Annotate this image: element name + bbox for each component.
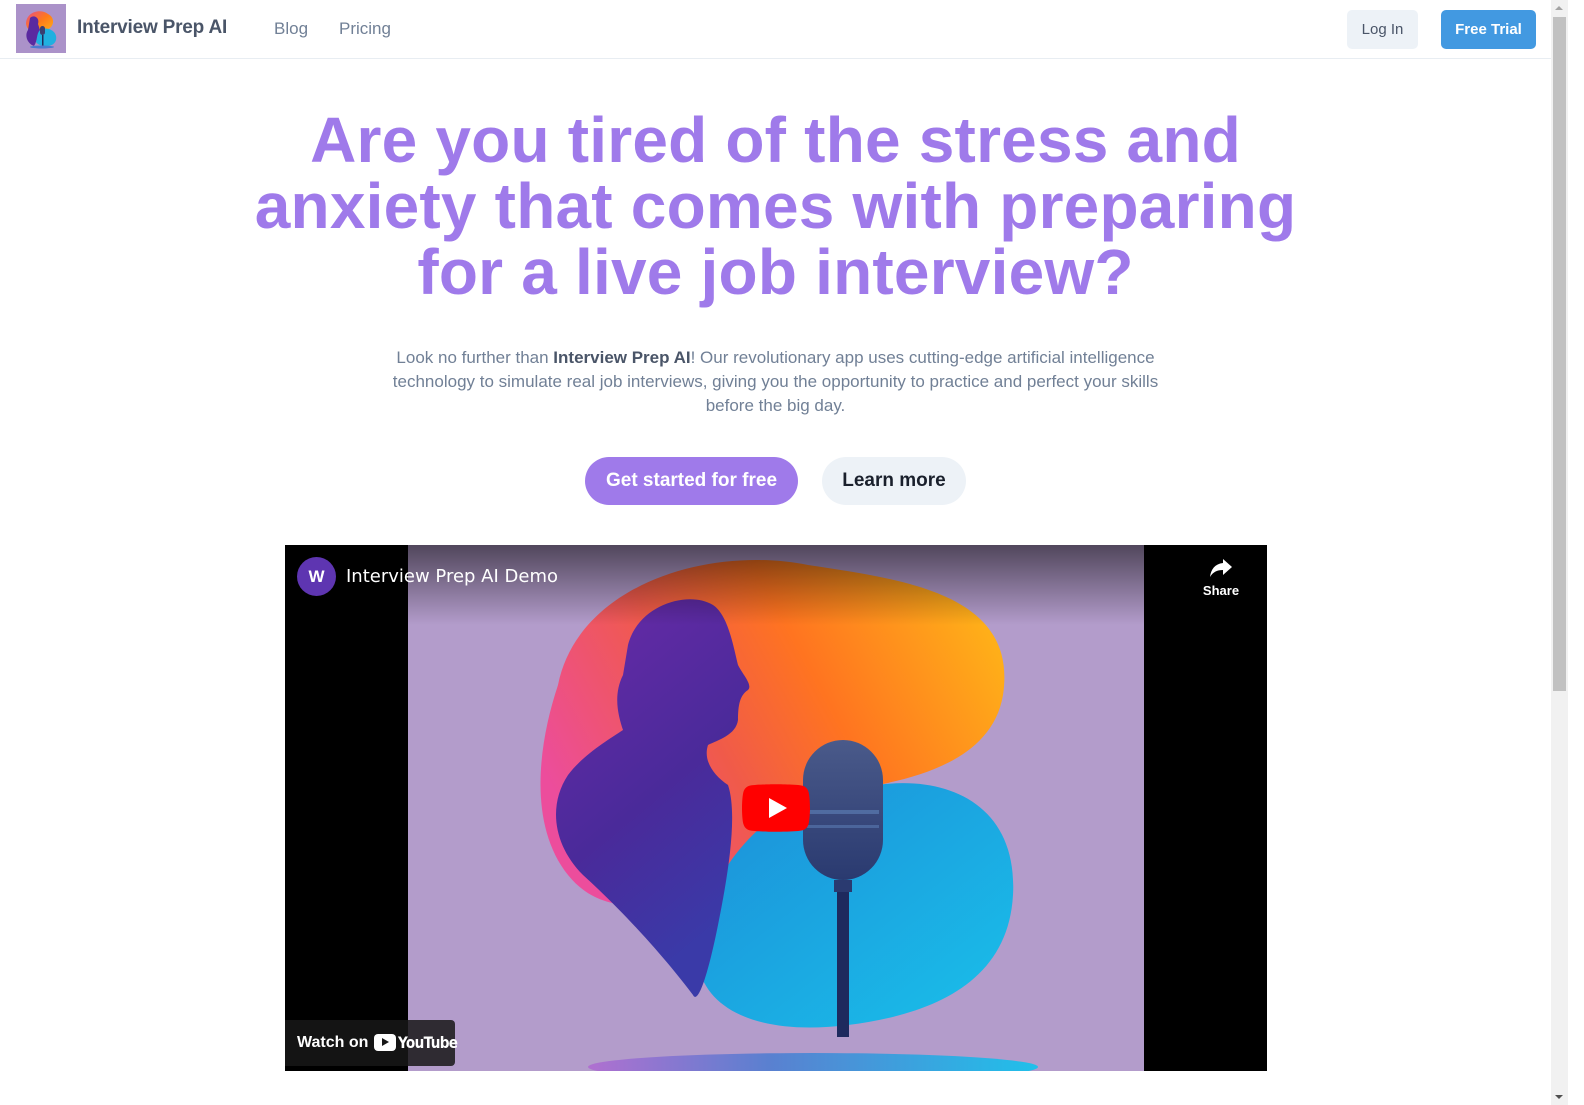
get-started-button[interactable]: Get started for free xyxy=(585,457,798,505)
brand-logo[interactable] xyxy=(16,4,66,53)
watch-on-youtube-button[interactable]: Watch on YouTube xyxy=(285,1020,458,1066)
hero-description-brand: Interview Prep AI xyxy=(553,348,691,367)
nav-link-blog[interactable]: Blog xyxy=(274,19,308,39)
youtube-wordmark: YouTube xyxy=(398,1033,458,1052)
youtube-play-icon xyxy=(742,784,810,832)
watch-on-label: Watch on xyxy=(297,1034,369,1051)
share-button[interactable]: Share xyxy=(1188,557,1254,607)
share-arrow-icon xyxy=(1210,559,1232,577)
youtube-video-embed[interactable]: W Interview Prep AI Demo Share Watch on … xyxy=(285,545,1267,1071)
learn-more-button[interactable]: Learn more xyxy=(822,457,966,505)
video-title[interactable]: Interview Prep AI Demo xyxy=(346,566,558,587)
logo-illustration-icon xyxy=(16,4,66,53)
top-navbar: Interview Prep AI Blog Pricing Log In Fr… xyxy=(0,0,1551,59)
hero-headline-line: for a live job interview? xyxy=(417,236,1134,308)
scrollbar-thumb[interactable] xyxy=(1553,17,1566,691)
hero-headline-line: anxiety that comes with preparing xyxy=(254,170,1297,242)
scroll-up-arrow-icon[interactable] xyxy=(1551,0,1568,17)
scroll-down-arrow-icon[interactable] xyxy=(1551,1088,1568,1105)
free-trial-button[interactable]: Free Trial xyxy=(1441,10,1536,49)
share-label: Share xyxy=(1202,583,1240,598)
login-button[interactable]: Log In xyxy=(1347,10,1418,49)
channel-avatar[interactable]: W xyxy=(297,557,336,596)
hero-description-prefix: Look no further than xyxy=(396,348,554,367)
hero-headline: Are you tired of the stress and anxiety … xyxy=(0,107,1551,305)
youtube-badge-icon xyxy=(374,1034,396,1051)
nav-link-pricing[interactable]: Pricing xyxy=(339,19,391,39)
page-scrollbar[interactable] xyxy=(1551,0,1568,1105)
brand-name[interactable]: Interview Prep AI xyxy=(77,17,227,39)
play-button[interactable] xyxy=(742,784,810,832)
hero-description: Look no further than Interview Prep AI! … xyxy=(385,346,1166,418)
hero-headline-line: Are you tired of the stress and xyxy=(310,104,1241,176)
window-edge xyxy=(1568,0,1584,1105)
